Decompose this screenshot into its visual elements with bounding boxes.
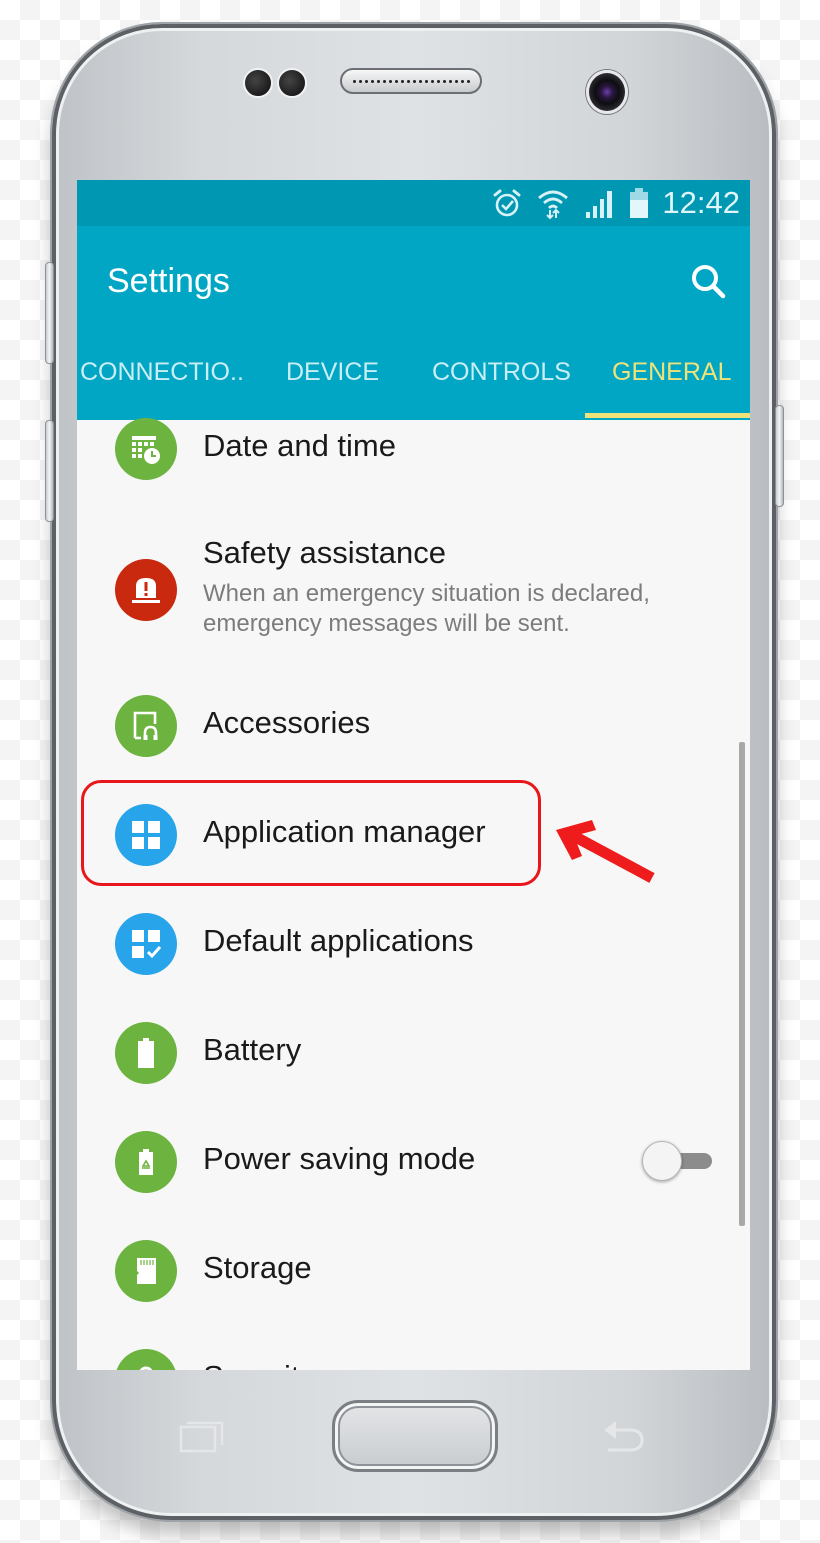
proximity-sensor (243, 68, 273, 98)
subtitle-line-1: When an emergency situation is declared, (203, 580, 650, 607)
tab-bar: CONNECTIO.. DEVICE CONTROLS GENERAL (77, 336, 750, 420)
settings-item-date-and-time[interactable]: Date and time (77, 416, 750, 482)
tab-controls[interactable]: CONTROLS (432, 336, 571, 387)
battery-icon (115, 1022, 177, 1084)
app-grid-check-icon (115, 913, 177, 975)
volume-up-button[interactable] (45, 262, 54, 364)
tab-device[interactable]: DEVICE (286, 336, 379, 387)
highlight-box (81, 780, 541, 886)
signal-icon (586, 191, 613, 218)
settings-item-storage[interactable]: Storage (77, 1238, 750, 1304)
item-label: Date and time (203, 428, 396, 463)
red-arrow-icon (556, 820, 655, 883)
lock-icon (115, 1349, 177, 1370)
status-bar: 12:42 (77, 180, 750, 226)
item-label: Power saving mode (203, 1141, 476, 1176)
settings-item-security[interactable]: Security (77, 1347, 750, 1370)
alarm-icon (493, 189, 521, 217)
settings-item-safety-assistance[interactable]: Safety assistance When an emergency situ… (77, 535, 750, 645)
item-label: Accessories (203, 705, 371, 740)
scrollbar[interactable] (739, 742, 745, 1226)
item-label: Default applications (203, 923, 474, 958)
power-saving-toggle[interactable] (642, 1140, 714, 1184)
calendar-clock-icon (115, 418, 177, 480)
settings-item-accessories[interactable]: Accessories (77, 693, 750, 759)
wifi-icon (538, 190, 569, 220)
search-icon[interactable] (688, 261, 728, 301)
tab-general[interactable]: GENERAL (612, 336, 731, 387)
app-bar: Settings (77, 226, 750, 336)
settings-item-power-saving-mode[interactable]: Power saving mode (77, 1129, 750, 1195)
home-button[interactable] (332, 1400, 498, 1472)
earpiece-speaker (340, 68, 482, 94)
volume-down-button[interactable] (45, 420, 54, 522)
status-time: 12:42 (662, 185, 740, 220)
settings-item-default-applications[interactable]: Default applications (77, 911, 750, 977)
item-label: Safety assistance (203, 535, 446, 570)
item-label: Storage (203, 1250, 312, 1285)
siren-alert-icon (115, 559, 177, 621)
accessories-headphone-icon (115, 695, 177, 757)
settings-item-battery[interactable]: Battery (77, 1020, 750, 1086)
item-label: Battery (203, 1032, 302, 1067)
power-button[interactable] (775, 405, 784, 507)
toggle-knob (642, 1141, 682, 1181)
battery-recycle-icon (115, 1131, 177, 1193)
sd-card-icon (115, 1240, 177, 1302)
screen: 12:42 Settings CONNECTIO.. DEVICE CONTRO… (77, 180, 750, 1370)
tab-connections[interactable]: CONNECTIO.. (80, 336, 244, 387)
item-subtitle: When an emergency situation is declared,… (203, 579, 650, 639)
back-icon[interactable] (600, 1418, 648, 1454)
page-title: Settings (107, 261, 230, 300)
recent-apps-icon[interactable] (178, 1418, 226, 1454)
battery-icon (630, 188, 649, 218)
item-label: Security (203, 1359, 315, 1370)
front-camera (586, 70, 628, 114)
subtitle-line-2: emergency messages will be sent. (203, 610, 570, 637)
light-sensor (277, 68, 307, 98)
